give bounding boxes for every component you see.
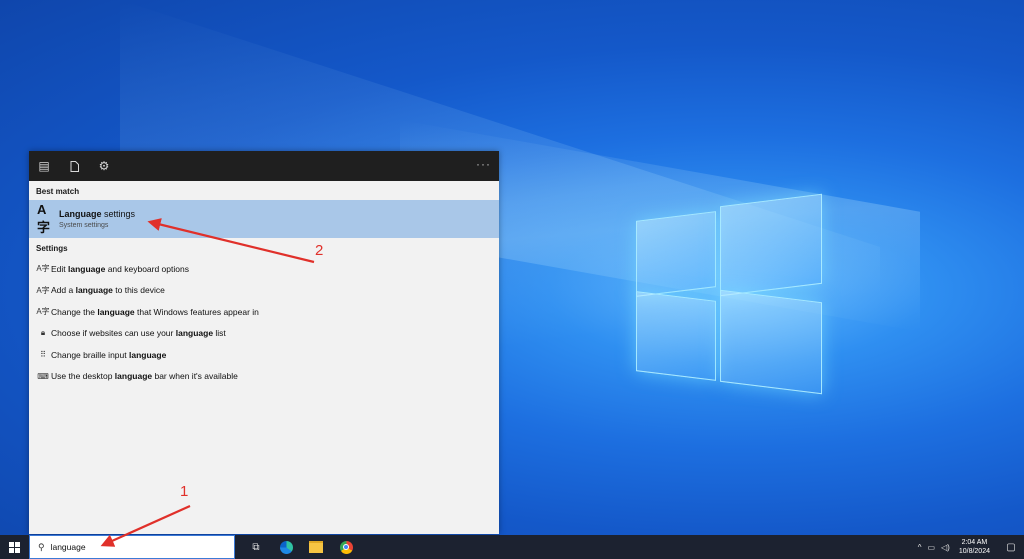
apps-icon[interactable]: ▤ bbox=[29, 151, 59, 181]
chevron-up-icon[interactable]: ^ bbox=[918, 543, 922, 552]
best-match-heading: Best match bbox=[36, 187, 80, 196]
clock[interactable]: 2:04 AM 10/8/2024 bbox=[959, 538, 990, 556]
settings-item-website-language[interactable]: 🔒︎ Choose if websites can use your langu… bbox=[29, 323, 499, 345]
search-panel-toolbar: ▤ ⚙ ··· bbox=[29, 151, 499, 181]
search-input[interactable] bbox=[50, 542, 201, 552]
task-view-button[interactable]: ⧉ bbox=[241, 535, 271, 559]
language-icon: A字 bbox=[36, 264, 50, 274]
settings-item-braille-language[interactable]: ⠿ Change braille input language bbox=[29, 344, 499, 366]
volume-icon[interactable]: ◁) bbox=[941, 543, 950, 552]
file-explorer-button[interactable] bbox=[301, 535, 331, 559]
notification-icon: ▢ bbox=[1006, 541, 1016, 553]
settings-item-edit-language[interactable]: A字 Edit language and keyboard options bbox=[29, 258, 499, 280]
language-icon: A字 bbox=[36, 285, 50, 295]
settings-heading: Settings bbox=[36, 244, 68, 253]
chrome-button[interactable] bbox=[331, 535, 361, 559]
task-view-icon: ⧉ bbox=[252, 541, 260, 553]
settings-results-list: A字 Edit language and keyboard options A字… bbox=[29, 256, 499, 387]
clock-time: 2:04 AM bbox=[961, 539, 988, 546]
language-icon: A字 bbox=[37, 202, 51, 235]
settings-item-add-language[interactable]: A字 Add a language to this device bbox=[29, 280, 499, 302]
annotation-label-1: 1 bbox=[180, 483, 189, 500]
clock-date: 10/8/2024 bbox=[958, 548, 990, 555]
edge-button[interactable] bbox=[271, 535, 301, 559]
lock-icon: 🔒︎ bbox=[40, 328, 46, 338]
taskbar-search-box[interactable]: ⚲ bbox=[29, 535, 235, 559]
document-icon[interactable] bbox=[59, 151, 89, 181]
braille-icon: ⠿ bbox=[40, 350, 46, 360]
language-icon: A字 bbox=[36, 307, 50, 317]
chrome-icon bbox=[339, 540, 353, 554]
start-button[interactable] bbox=[0, 535, 29, 559]
settings-item-display-language[interactable]: A字 Change the language that Windows feat… bbox=[29, 301, 499, 323]
gear-icon[interactable]: ⚙ bbox=[89, 151, 119, 181]
system-tray: ^ ▭ ◁) 2:04 AM 10/8/2024 ▢ bbox=[915, 535, 1024, 559]
search-icon: ⚲ bbox=[38, 541, 45, 552]
notification-button[interactable]: ▢ bbox=[998, 542, 1024, 553]
windows-logo-wallpaper bbox=[636, 193, 824, 395]
best-match-language-settings[interactable]: A字 Language settings System settings bbox=[29, 200, 499, 238]
search-results-panel: ▤ ⚙ ··· Best match A字 Language settings … bbox=[29, 151, 499, 534]
taskbar: ⚲ ⧉ ^ ▭ ◁) 2:04 AM 10/8/2024 ▢ bbox=[0, 535, 1024, 559]
more-options-button[interactable]: ··· bbox=[476, 157, 491, 171]
folder-icon bbox=[309, 541, 323, 553]
best-match-title: Language settings bbox=[59, 209, 136, 219]
settings-item-language-bar[interactable]: ⌨ Use the desktop language bar when it's… bbox=[29, 366, 499, 388]
edge-icon bbox=[279, 540, 293, 554]
windows-icon bbox=[9, 541, 20, 553]
keyboard-icon: ⌨ bbox=[37, 371, 49, 381]
best-match-subtitle: System settings bbox=[59, 222, 109, 229]
network-icon[interactable]: ▭ bbox=[927, 543, 935, 552]
annotation-label-2: 2 bbox=[315, 242, 324, 259]
